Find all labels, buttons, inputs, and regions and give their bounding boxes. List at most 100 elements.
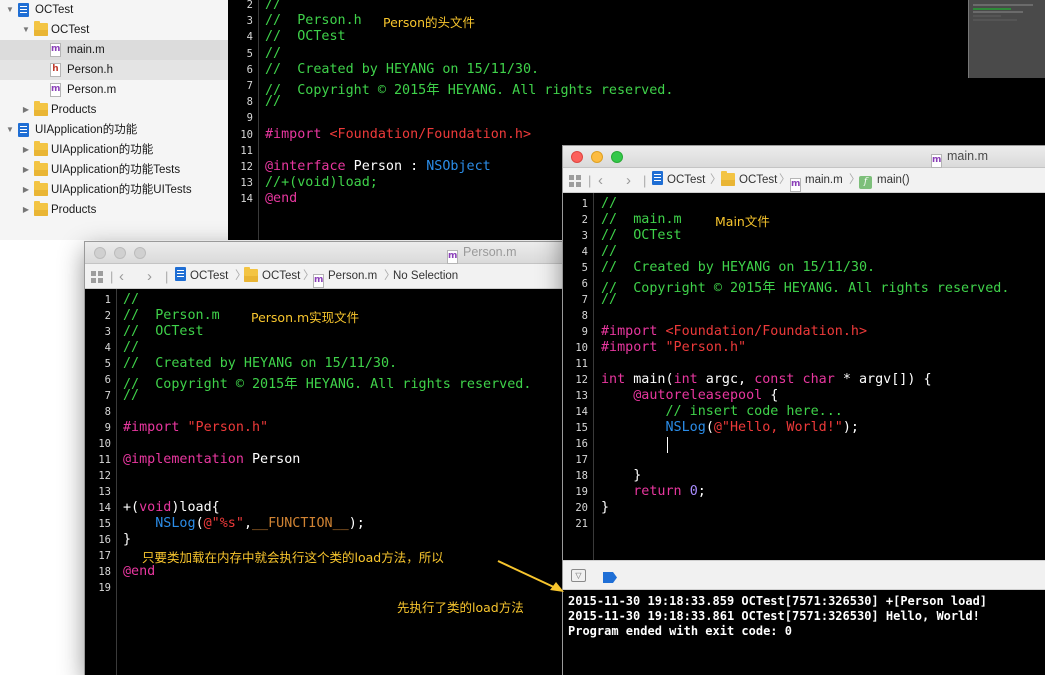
related-items-icon[interactable] [91, 271, 103, 283]
code-line[interactable]: // Copyright © 2015年 HEYANG. All rights … [265, 78, 673, 98]
disclosure-collapsed-icon[interactable]: ▶ [21, 180, 31, 200]
code-line[interactable]: +(void)load{ [123, 500, 220, 515]
code-line[interactable]: @interface Person : NSObject [265, 159, 491, 174]
breadcrumb-selection[interactable]: No Selection [393, 264, 458, 289]
code-line[interactable]: #import <Foundation/Foundation.h> [265, 127, 531, 142]
code-line[interactable]: // Copyright © 2015年 HEYANG. All rights … [123, 372, 531, 392]
breadcrumb-file[interactable]: m main.m [790, 168, 843, 193]
disclosure-expanded-icon[interactable]: ▼ [21, 20, 31, 40]
forward-arrow-icon[interactable]: › [147, 264, 152, 289]
disclosure-expanded-icon[interactable]: ▼ [5, 0, 15, 20]
code-line[interactable]: // insert code here... [601, 404, 843, 419]
code-line[interactable]: NSLog(@"%s",__FUNCTION__); [123, 516, 365, 531]
line-number: 16 [575, 438, 588, 450]
code-line[interactable]: NSLog(@"Hello, World!"); [601, 420, 860, 435]
code-line[interactable]: // [265, 94, 281, 109]
code-line[interactable]: @end [265, 191, 297, 206]
code-line[interactable]: // Copyright © 2015年 HEYANG. All rights … [601, 276, 1009, 296]
main-m-editor[interactable]: 1 2 3 4 5 6 7 8 9 10 11 12 13 14 15 16 17 18 19 20 21 //// m… [563, 193, 1045, 560]
code-line[interactable]: } [601, 468, 641, 483]
navigator-item[interactable]: m Person.m [0, 80, 228, 100]
breadcrumb-folder[interactable]: OCTest [244, 264, 300, 289]
code-line[interactable]: int main(int argc, const char * argv[]) … [601, 372, 932, 387]
title-bar[interactable]: m Person.m [85, 242, 563, 264]
navigator-item[interactable]: ▶ UIApplication的功能UITests [0, 180, 228, 200]
jump-bar[interactable]: | ‹ › | OCTest 〉 OCTest 〉 m Person.m 〉 No… [85, 264, 563, 289]
disclosure-collapsed-icon[interactable]: ▶ [21, 160, 31, 180]
code-line[interactable]: } [123, 532, 131, 547]
minimize-button[interactable] [114, 247, 126, 259]
console-output[interactable]: 2015-11-30 19:18:33.859 OCTest[7571:3265… [563, 590, 1045, 675]
code-line[interactable]: } [601, 500, 609, 515]
code-line[interactable]: @autoreleasepool { [601, 388, 778, 403]
navigator-item[interactable]: ▶ UIApplication的功能 [0, 140, 228, 160]
code-line[interactable]: // [265, 46, 281, 61]
navigator-item[interactable]: m main.m [0, 40, 228, 60]
code-line[interactable]: // Created by HEYANG on 15/11/30. [265, 62, 539, 77]
project-icon [18, 123, 29, 137]
disclosure-collapsed-icon[interactable]: ▶ [21, 100, 31, 120]
debug-bar[interactable]: ▽ [563, 560, 1045, 590]
code-line[interactable]: @implementation Person [123, 452, 300, 467]
navigator-item[interactable]: ▼ OCTest [0, 0, 228, 20]
disclosure-collapsed-icon[interactable]: ▶ [21, 200, 31, 220]
back-arrow-icon[interactable]: ‹ [119, 264, 124, 289]
minimize-button[interactable] [591, 151, 603, 163]
zoom-button[interactable] [134, 247, 146, 259]
code-line[interactable]: return 0; [601, 484, 706, 499]
zoom-button[interactable] [611, 151, 623, 163]
title-bar[interactable]: m main.m [563, 146, 1045, 168]
code-line[interactable]: // OCTest [123, 324, 204, 339]
code-line[interactable]: #import "Person.h" [601, 340, 746, 355]
code-line[interactable]: // [123, 388, 139, 403]
code-token: +( [123, 500, 140, 515]
code-token: // Created by HEYANG on 15/11/30. [601, 260, 876, 275]
close-button[interactable] [94, 247, 106, 259]
code-line[interactable]: // [123, 292, 139, 307]
hide-debug-area-icon[interactable]: ▽ [571, 569, 586, 582]
breadcrumb-project[interactable]: OCTest [175, 264, 228, 289]
code-line[interactable]: // [123, 340, 139, 355]
navigator-item[interactable]: ▶ Products [0, 100, 228, 120]
navigator-item[interactable]: ▼ UIApplication的功能 [0, 120, 228, 140]
breadcrumb-folder[interactable]: OCTest [721, 168, 777, 193]
code-line[interactable]: // Created by HEYANG on 15/11/30. [123, 356, 397, 371]
close-button[interactable] [571, 151, 583, 163]
code-line[interactable]: // [601, 292, 617, 307]
disclosure-collapsed-icon[interactable]: ▶ [21, 140, 31, 160]
code-line[interactable]: // OCTest [265, 29, 346, 44]
code-line[interactable]: @end [123, 564, 155, 579]
code-line[interactable]: #import <Foundation/Foundation.h> [601, 324, 867, 339]
code-line[interactable]: #import "Person.h" [123, 420, 268, 435]
window-thumbnail[interactable] [968, 0, 1045, 78]
code-line[interactable]: //+(void)load; [265, 175, 378, 190]
breadcrumb-function[interactable]: f main() [859, 168, 910, 193]
main-m-window[interactable]: m main.m | ‹ › | OCTest 〉 OCTest 〉 m main.… [563, 146, 1045, 675]
code-line[interactable]: // OCTest [601, 228, 682, 243]
code-line[interactable]: // [601, 196, 617, 211]
breadcrumb-project[interactable]: OCTest [652, 168, 705, 193]
breadcrumb-file[interactable]: m Person.m [313, 264, 377, 289]
navigator-item[interactable]: ▼ OCTest [0, 20, 228, 40]
person-m-editor[interactable]: 1 2 3 4 5 6 7 8 9 10 11 12 13 14 15 16 17 18 19 //// Perso… [85, 289, 563, 675]
code-line[interactable]: // [601, 244, 617, 259]
related-items-icon[interactable] [569, 175, 581, 187]
navigator-item[interactable]: h Person.h [0, 60, 228, 80]
code-line[interactable]: // Person.h [265, 13, 362, 28]
code-line[interactable]: // main.m [601, 212, 682, 227]
code-token: // Copyright © 2015年 HEYANG. All rights … [601, 281, 1010, 296]
disclosure-expanded-icon[interactable]: ▼ [5, 120, 15, 140]
code-line[interactable]: // [265, 0, 281, 12]
navigator-item[interactable]: ▶ Products [0, 200, 228, 220]
folder-icon [34, 21, 48, 36]
breakpoint-toggle-icon[interactable] [603, 570, 617, 583]
back-arrow-icon[interactable]: ‹ [598, 168, 603, 193]
console-line: 2015-11-30 19:18:33.861 OCTest[7571:3265… [568, 609, 980, 623]
code-line[interactable]: // Person.m [123, 308, 220, 323]
code-line[interactable]: // Created by HEYANG on 15/11/30. [601, 260, 875, 275]
code-token: // [601, 292, 618, 307]
forward-arrow-icon[interactable]: › [626, 168, 631, 193]
jump-bar[interactable]: | ‹ › | OCTest 〉 OCTest 〉 m main.m 〉 f mai… [563, 168, 1045, 193]
navigator-item[interactable]: ▶ UIApplication的功能Tests [0, 160, 228, 180]
